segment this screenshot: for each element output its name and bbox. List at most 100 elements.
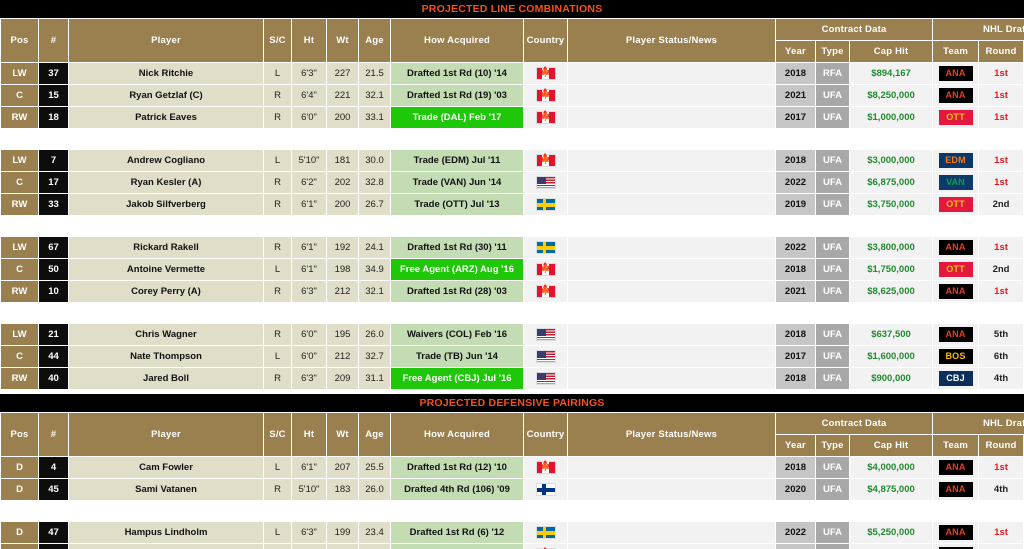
table-row[interactable]: D 47 Hampus Lindholm L 6'3" 199 23.4 Drafted 1s… — [0, 521, 1024, 544]
cell-player-name[interactable]: Nate Thompson — [68, 345, 264, 368]
table-header-group-row: Pos # Player S/C Ht Wt Age How Acquired Country P… — [0, 18, 1024, 63]
cell-cap-hit: $3,800,000 — [848, 236, 934, 259]
cell-how-acquired: Drafted 6th Rd (160) '11 — [390, 543, 524, 549]
table-row[interactable]: D 45 Sami Vatanen R 5'10" 183 26.0 Drafted 4th … — [0, 478, 1024, 501]
col-header-how-acquired: How Acquired — [390, 18, 524, 63]
table-row[interactable]: C 17 Ryan Kesler (A) R 6'2" 202 32.8 Trade (VAN… — [0, 171, 1024, 194]
col-header-age: Age — [358, 412, 391, 457]
cell-contract-year: 2018 — [775, 323, 816, 346]
cell-draft-round: 6th — [978, 543, 1024, 549]
cell-how-acquired: Free Agent (CBJ) Jul '16 — [390, 367, 524, 390]
table-row[interactable]: C 44 Nate Thompson L 6'0" 212 32.7 Trade (TB) J… — [0, 345, 1024, 368]
cell-draft-round: 1st — [978, 84, 1024, 107]
table-row[interactable]: RW 33 Jakob Silfverberg R 6'1" 200 26.7 Trade (… — [0, 193, 1024, 216]
cell-player-status[interactable] — [567, 62, 776, 85]
cell-player-status[interactable] — [567, 236, 776, 259]
cell-jersey-number: 17 — [38, 171, 69, 194]
cell-player-status[interactable] — [567, 478, 776, 501]
cell-draft-team: EDM — [932, 149, 980, 172]
cell-draft-round: 4th — [978, 478, 1024, 501]
cell-player-name[interactable]: Andrew Cogliano — [68, 149, 264, 172]
table-row[interactable]: D42Josh MansonR6'2"21025.7Drafted 6th Rd… — [0, 543, 1024, 549]
flag-canada-icon: 🍁 — [535, 284, 556, 298]
cell-player-status[interactable] — [567, 193, 776, 216]
cell-jersey-number: 18 — [38, 106, 69, 129]
cell-height: 6'3" — [291, 367, 327, 390]
cell-player-status[interactable] — [567, 280, 776, 303]
cell-how-acquired: Trade (DAL) Feb '17 — [390, 106, 524, 129]
table-row[interactable]: RW 40 Jared Boll R 6'3" 209 31.1 Free Agent (CB… — [0, 367, 1024, 390]
cell-cap-hit: $6,875,000 — [848, 171, 934, 194]
cell-player-status[interactable] — [567, 323, 776, 346]
team-badge: OTT — [938, 262, 973, 277]
cell-player-status[interactable] — [567, 106, 776, 129]
table-row[interactable]: RW 10 Corey Perry (A) R 6'3" 212 32.1 Drafted 1… — [0, 280, 1024, 303]
cell-player-name[interactable]: Patrick Eaves — [68, 106, 264, 129]
cell-jersey-number: 15 — [38, 84, 69, 107]
cell-weight: 183 — [326, 478, 359, 501]
cell-player-name[interactable]: Hampus Lindholm — [68, 521, 264, 544]
cell-player-status[interactable] — [567, 171, 776, 194]
table-row[interactable]: C 15 Ryan Getzlaf (C) R 6'4" 221 32.1 Drafted 1… — [0, 84, 1024, 107]
cell-country: 🍁 — [523, 84, 568, 107]
cell-shoots-catches: R — [263, 84, 292, 107]
cell-player-status[interactable] — [567, 345, 776, 368]
cell-player-name[interactable]: Nick Ritchie — [68, 62, 264, 85]
cell-age: 24.1 — [358, 236, 391, 259]
cell-player-name[interactable]: Antoine Vermette — [68, 258, 264, 281]
col-header-player: Player — [68, 18, 264, 63]
cell-contract-year: 2022 — [775, 171, 816, 194]
cell-contract-year: 2018 — [775, 62, 816, 85]
cell-player-name[interactable]: Jared Boll — [68, 367, 264, 390]
cell-player-name[interactable]: Josh Manson — [68, 543, 264, 549]
cell-position: C — [0, 345, 39, 368]
cell-player-status[interactable] — [567, 84, 776, 107]
cell-player-status[interactable] — [567, 258, 776, 281]
cell-player-name[interactable]: Corey Perry (A) — [68, 280, 264, 303]
cell-player-status[interactable] — [567, 521, 776, 544]
cell-weight: 198 — [326, 258, 359, 281]
col-header-number: # — [38, 18, 69, 63]
cell-draft-round: 1st — [978, 62, 1024, 85]
cell-jersey-number: 67 — [38, 236, 69, 259]
table-row[interactable]: C 50 Antoine Vermette L 6'1" 198 34.9 Free Agen… — [0, 258, 1024, 281]
cell-position: RW — [0, 280, 39, 303]
cell-contract-year: 2018 — [775, 258, 816, 281]
cell-contract-year: 2020 — [775, 478, 816, 501]
cell-player-name[interactable]: Ryan Getzlaf (C) — [68, 84, 264, 107]
cell-shoots-catches: R — [263, 280, 292, 303]
cell-player-name[interactable]: Ryan Kesler (A) — [68, 171, 264, 194]
cell-draft-team: BOS — [932, 345, 980, 368]
cell-player-name[interactable]: Chris Wagner — [68, 323, 264, 346]
col-header-height: Ht — [291, 412, 327, 457]
cell-jersey-number: 45 — [38, 478, 69, 501]
cell-jersey-number: 47 — [38, 521, 69, 544]
cell-player-name[interactable]: Cam Fowler — [68, 456, 264, 479]
cell-height: 6'3" — [291, 62, 327, 85]
table-row[interactable]: LW 7 Andrew Cogliano L 5'10" 181 30.0 Trade (ED… — [0, 149, 1024, 172]
cell-player-name[interactable]: Rickard Rakell — [68, 236, 264, 259]
cell-contract-type: UFA — [815, 106, 850, 129]
cell-player-name[interactable]: Sami Vatanen — [68, 478, 264, 501]
col-header-player: Player — [68, 412, 264, 457]
cell-draft-round: 1st — [978, 171, 1024, 194]
cell-cap-hit: $4,000,000 — [848, 456, 934, 479]
table-row[interactable]: D 4 Cam Fowler L 6'1" 207 25.5 Drafted 1st Rd (… — [0, 456, 1024, 479]
cell-how-acquired: Free Agent (ARZ) Aug '16 — [390, 258, 524, 281]
cell-country — [523, 521, 568, 544]
cell-player-status[interactable] — [567, 149, 776, 172]
cell-player-status[interactable] — [567, 456, 776, 479]
cell-player-status[interactable] — [567, 367, 776, 390]
cell-jersey-number: 37 — [38, 62, 69, 85]
cell-jersey-number: 4 — [38, 456, 69, 479]
cell-player-name[interactable]: Jakob Silfverberg — [68, 193, 264, 216]
cell-how-acquired: Trade (EDM) Jul '11 — [390, 149, 524, 172]
group-separator — [0, 215, 1024, 237]
team-badge: BOS — [938, 349, 973, 364]
table-row[interactable]: LW 21 Chris Wagner R 6'0" 195 26.0 Waivers (COL… — [0, 323, 1024, 346]
cell-contract-year: 2018 — [775, 456, 816, 479]
table-row[interactable]: RW 18 Patrick Eaves R 6'0" 200 33.1 Trade (DAL)… — [0, 106, 1024, 129]
table-row[interactable]: LW 37 Nick Ritchie L 6'3" 227 21.5 Drafted 1st … — [0, 62, 1024, 85]
cell-player-status[interactable] — [567, 543, 776, 549]
table-row[interactable]: LW 67 Rickard Rakell R 6'1" 192 24.1 Drafted 1s… — [0, 236, 1024, 259]
